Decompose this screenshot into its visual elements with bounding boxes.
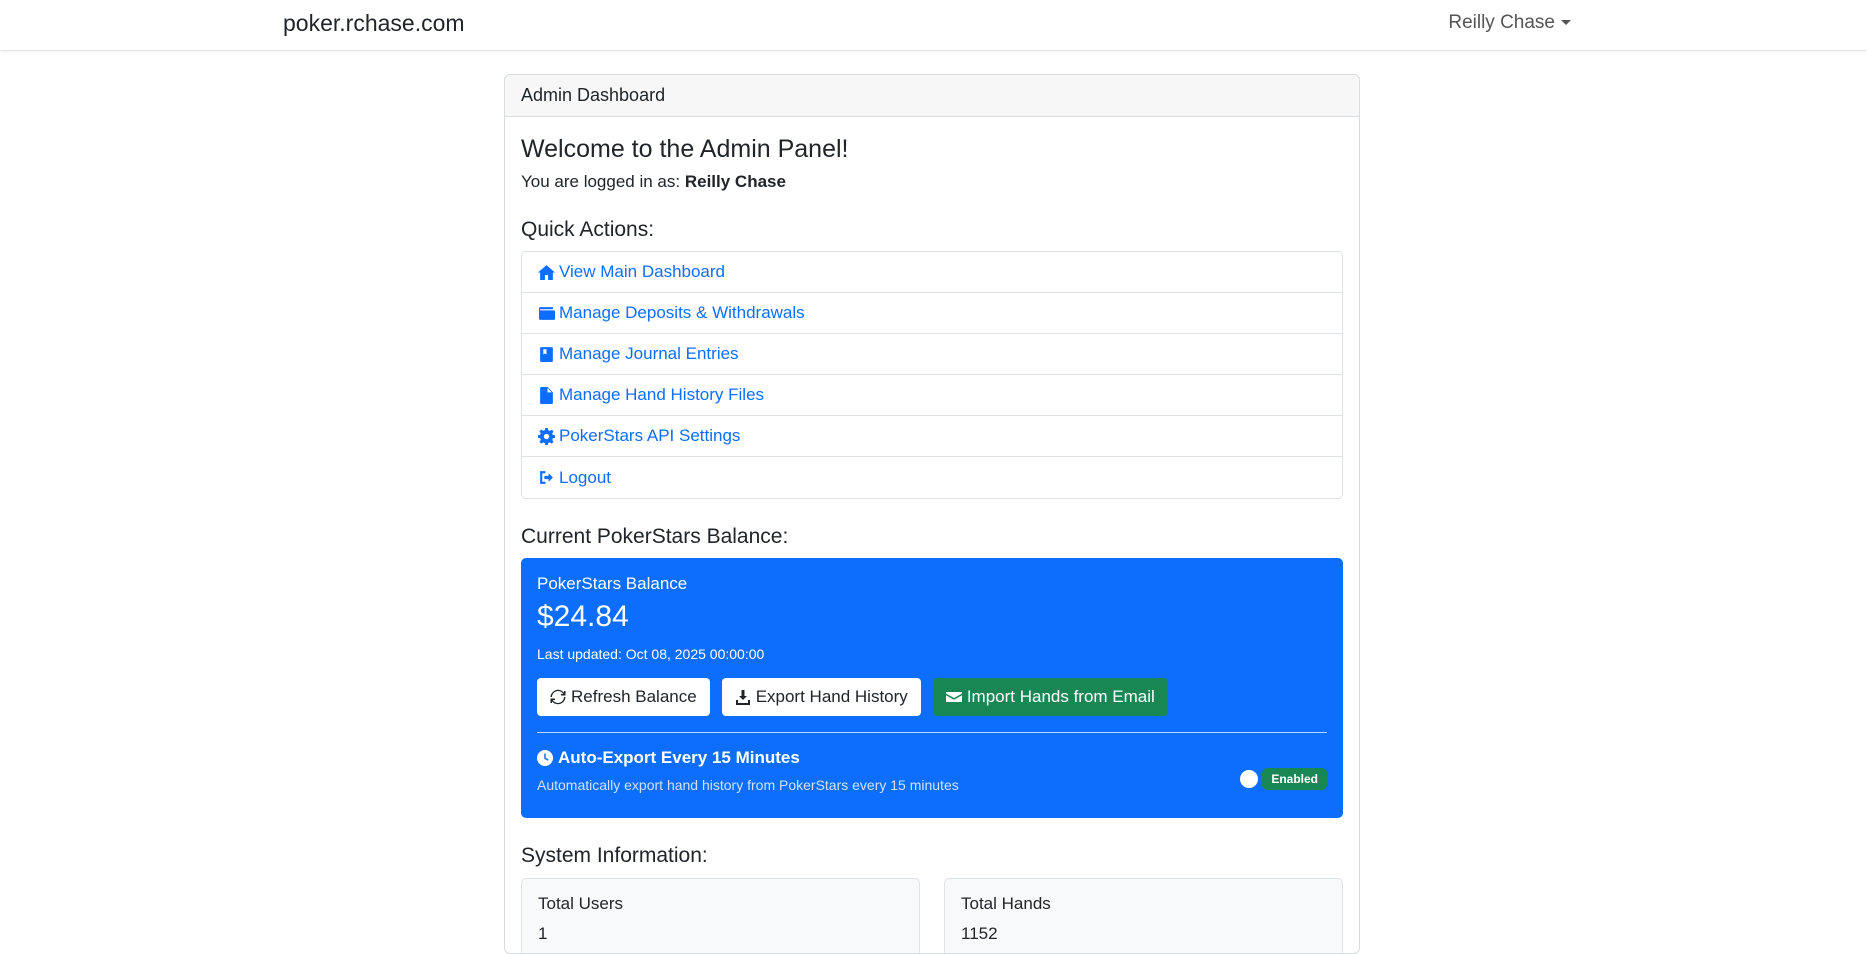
card-header: Admin Dashboard <box>505 75 1359 117</box>
refresh-balance-label: Refresh Balance <box>571 687 697 707</box>
logged-in-text: You are logged in as: Reilly Chase <box>521 172 1343 192</box>
quick-action-manage-hand-history[interactable]: Manage Hand History Files <box>522 375 1342 417</box>
quick-action-label: Logout <box>559 467 611 487</box>
balance-actions: Refresh Balance Export Hand History Impo… <box>537 678 1327 717</box>
stat-card-total-hands: Total Hands 1152 <box>944 877 1343 953</box>
logged-in-prefix: You are logged in as: <box>521 172 681 191</box>
page-title: Welcome to the Admin Panel! <box>521 135 849 163</box>
gear-icon <box>538 427 555 445</box>
system-stats: Total Users 1 Total Hands 1152 <box>521 877 1343 953</box>
admin-dashboard-card: Admin Dashboard Welcome to the Admin Pan… <box>504 74 1360 954</box>
export-hand-history-label: Export Hand History <box>755 687 908 707</box>
caret-down-icon <box>1561 20 1571 26</box>
export-hand-history-button[interactable]: Export Hand History <box>721 678 921 717</box>
wallet-icon <box>539 306 555 320</box>
refresh-icon <box>550 690 566 705</box>
quick-action-label: Manage Hand History Files <box>559 385 765 405</box>
quick-action-label: Manage Journal Entries <box>559 344 739 364</box>
quick-action-label: Manage Deposits & Withdrawals <box>559 303 805 323</box>
card-body: Welcome to the Admin Panel! You are logg… <box>505 134 1359 953</box>
import-hands-email-button[interactable]: Import Hands from Email <box>932 678 1168 717</box>
clock-icon <box>537 750 553 767</box>
top-navbar: poker.rchase.com Reilly Chase <box>0 0 1867 51</box>
refresh-balance-button[interactable]: Refresh Balance <box>537 678 710 717</box>
quick-action-manage-journal[interactable]: Manage Journal Entries <box>522 334 1342 376</box>
user-menu-dropdown[interactable]: Reilly Chase <box>1448 12 1571 34</box>
stat-card-total-users: Total Users 1 <box>521 877 920 953</box>
balance-amount: $24.84 <box>537 600 629 634</box>
balance-card: PokerStars Balance $24.84 Last updated: … <box>521 558 1343 819</box>
stat-label: Total Hands <box>961 893 1051 913</box>
balance-divider <box>537 732 1327 734</box>
download-icon <box>735 690 750 706</box>
journal-icon <box>540 346 553 362</box>
logged-in-user: Reilly Chase <box>684 172 786 191</box>
quick-actions-list: View Main Dashboard Manage Deposits & Wi… <box>521 251 1343 500</box>
quick-action-logout[interactable]: Logout <box>522 457 1342 498</box>
file-icon <box>540 386 553 404</box>
auto-export-title-text: Auto-Export Every 15 Minutes <box>558 748 800 768</box>
user-menu-label: Reilly Chase <box>1448 12 1555 33</box>
quick-action-view-main-dashboard[interactable]: View Main Dashboard <box>522 252 1342 294</box>
logout-icon <box>540 471 553 485</box>
stat-label: Total Users <box>538 893 624 913</box>
quick-action-api-settings[interactable]: PokerStars API Settings <box>522 416 1342 458</box>
quick-action-manage-deposits[interactable]: Manage Deposits & Withdrawals <box>522 293 1342 335</box>
stat-value: 1 <box>538 923 548 943</box>
system-info-title: System Information: <box>521 844 708 868</box>
stat-value: 1152 <box>961 923 998 943</box>
quick-action-label: PokerStars API Settings <box>559 426 741 446</box>
envelope-icon <box>945 692 962 703</box>
balance-title: Current PokerStars Balance: <box>521 525 789 549</box>
home-icon <box>538 264 555 280</box>
auto-export-status-badge: Enabled <box>1262 768 1327 791</box>
auto-export-title: Auto-Export Every 15 Minutes <box>537 748 1327 768</box>
auto-export-description: Automatically export hand history from P… <box>537 777 959 794</box>
brand-link[interactable]: poker.rchase.com <box>283 10 465 37</box>
import-hands-email-label: Import Hands from Email <box>966 687 1155 707</box>
quick-actions-title: Quick Actions: <box>521 218 655 241</box>
quick-action-label: View Main Dashboard <box>559 262 725 282</box>
balance-last-updated: Last updated: Oct 08, 2025 00:00:00 <box>537 646 765 663</box>
balance-label: PokerStars Balance <box>537 574 688 594</box>
